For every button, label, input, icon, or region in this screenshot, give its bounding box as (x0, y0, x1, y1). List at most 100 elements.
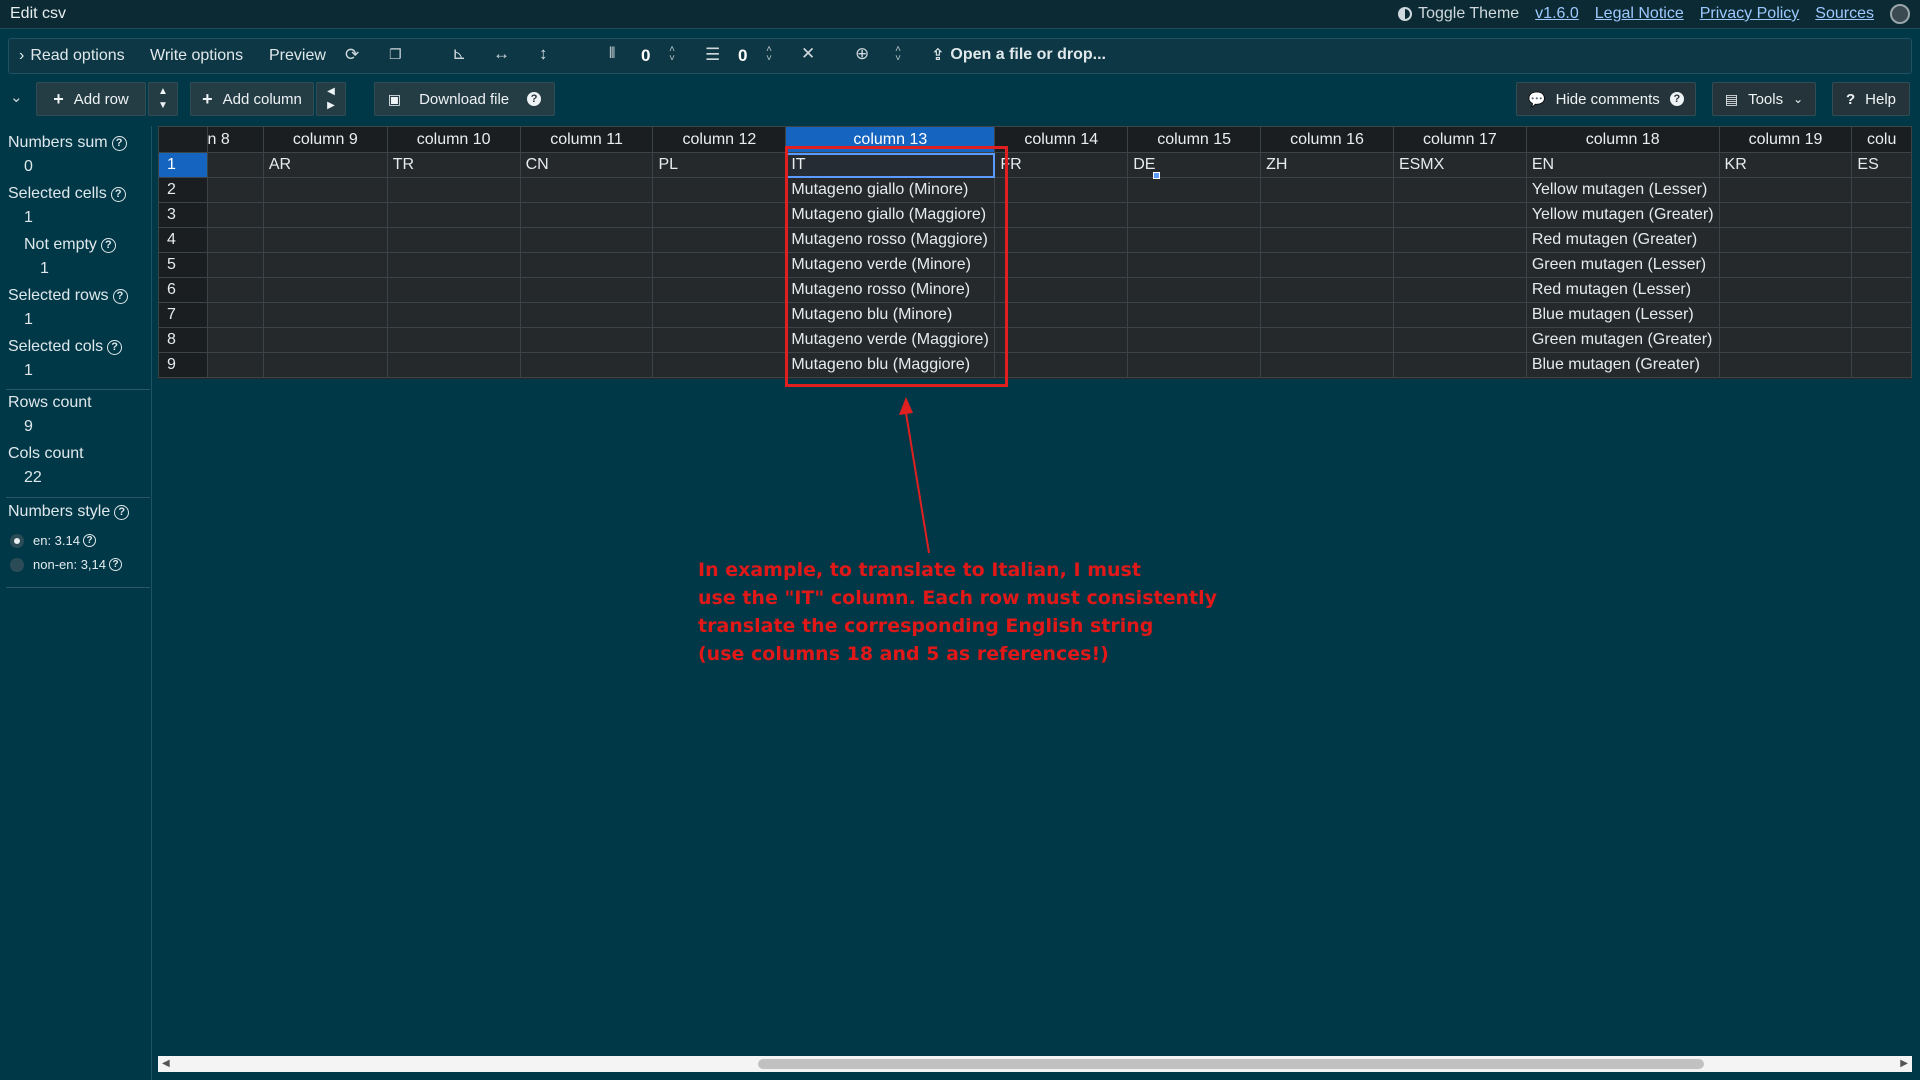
row-header[interactable]: 5 (158, 252, 208, 278)
grid-cell[interactable] (1392, 352, 1527, 378)
grid-cell[interactable]: EN (1525, 152, 1720, 178)
preview-tab[interactable]: Preview (269, 47, 326, 65)
fixed-columns-stepper[interactable]: ˄ ˅ (667, 45, 677, 64)
help-circle-icon[interactable]: ? (100, 237, 116, 253)
grid-cell[interactable] (519, 227, 654, 253)
grid-cell[interactable] (652, 177, 787, 203)
fill-handle[interactable] (1153, 172, 1160, 179)
row-header[interactable]: 1 (158, 152, 208, 178)
column-header[interactable]: column 14 (994, 126, 1129, 153)
grid-cell[interactable]: Blue mutagen (Greater) (1525, 352, 1720, 378)
grid-cell[interactable] (1718, 352, 1853, 378)
grid-cell[interactable] (206, 327, 264, 353)
row-header[interactable]: 8 (158, 327, 208, 353)
version-link[interactable]: v1.6.0 (1535, 5, 1579, 23)
grid-cell[interactable] (206, 352, 264, 378)
grid-cell[interactable]: Red mutagen (Greater) (1525, 227, 1720, 253)
grid-cell[interactable] (652, 277, 787, 303)
grid-cell[interactable] (1260, 252, 1394, 278)
read-options-tab[interactable]: › Read options (19, 47, 125, 65)
grid-cell[interactable] (1127, 177, 1262, 203)
grid-cell[interactable]: Blue mutagen (Lesser) (1525, 302, 1720, 328)
help-circle-icon[interactable]: ? (109, 558, 123, 571)
column-header[interactable]: colu (1851, 126, 1912, 153)
spreadsheet-table[interactable]: n 8 column 9 column 10 column 11 column 12 co… (158, 126, 1912, 378)
grid-cell[interactable] (1392, 252, 1527, 278)
grid-cell[interactable] (1851, 202, 1912, 228)
grid-cell[interactable]: Yellow mutagen (Greater) (1525, 202, 1720, 228)
grid-cell[interactable] (1718, 327, 1853, 353)
clear-icon[interactable]: ✕ (801, 44, 815, 64)
grid-cell[interactable] (262, 252, 388, 278)
grid-cell[interactable] (1851, 252, 1912, 278)
grid-cell[interactable] (1127, 252, 1262, 278)
row-header[interactable]: 3 (158, 202, 208, 228)
grid-cell[interactable]: Green mutagen (Lesser) (1525, 252, 1720, 278)
fixed-rows-stepper[interactable]: ˄ ˅ (764, 45, 774, 64)
expand-horizontal-icon[interactable]: ↔ (493, 44, 510, 64)
grid-cell[interactable] (1851, 352, 1912, 378)
column-header[interactable]: column 10 (386, 126, 521, 153)
grid-cell[interactable] (994, 302, 1129, 328)
grid-cell[interactable] (1718, 177, 1853, 203)
grid-cell[interactable] (1851, 227, 1912, 253)
grid-cell[interactable] (1127, 202, 1262, 228)
add-row-button[interactable]: + Add row (36, 82, 146, 116)
grid-cell[interactable] (262, 227, 388, 253)
grid-cell[interactable] (1718, 227, 1853, 253)
grid-cell[interactable] (1851, 177, 1912, 203)
write-options-tab[interactable]: Write options (150, 47, 243, 65)
grid-cell[interactable] (1260, 327, 1394, 353)
trim-whitespace-icon[interactable]: ⊾ (452, 44, 466, 64)
row-header[interactable]: 2 (158, 177, 208, 203)
collapse-chevron-icon[interactable]: ⌄ (10, 88, 23, 106)
grid-cell[interactable] (1392, 202, 1527, 228)
row-header[interactable]: 9 (158, 352, 208, 378)
grid-cell[interactable] (1260, 352, 1394, 378)
help-circle-icon[interactable]: ? (111, 135, 127, 151)
column-header[interactable]: column 17 (1392, 126, 1527, 153)
refresh-icon[interactable]: ⟳ (345, 45, 359, 65)
grid-cell[interactable] (262, 352, 388, 378)
grid-cell[interactable]: Yellow mutagen (Lesser) (1525, 177, 1720, 203)
grid-cell[interactable] (1851, 277, 1912, 303)
grid-cell[interactable]: FR (994, 152, 1129, 178)
grid-cell[interactable] (652, 252, 787, 278)
expand-vertical-icon[interactable]: ↕ (539, 44, 548, 64)
horizontal-scrollbar[interactable]: ◀ ▶ (158, 1056, 1912, 1072)
radio-selected[interactable] (10, 533, 24, 548)
add-row-options-button[interactable]: ▲ ▼ (148, 82, 178, 116)
grid-cell[interactable] (386, 252, 521, 278)
grid-cell[interactable] (519, 352, 654, 378)
grid-cell[interactable]: ZH (1260, 152, 1394, 178)
grid-cell[interactable] (262, 202, 388, 228)
zoom-stepper[interactable]: ˄ ˅ (893, 45, 903, 64)
grid-cell[interactable] (1127, 327, 1262, 353)
grid-cell[interactable] (262, 302, 388, 328)
grid-cell[interactable] (206, 302, 264, 328)
grid-cell[interactable] (1392, 277, 1527, 303)
grid-cell[interactable] (519, 202, 654, 228)
corner-header[interactable] (158, 126, 208, 153)
grid-cell[interactable]: PL (652, 152, 787, 178)
grid-cell[interactable] (652, 227, 787, 253)
grid-cell[interactable] (1851, 327, 1912, 353)
grid-cell[interactable] (1260, 177, 1394, 203)
help-button[interactable]: ? Help (1832, 82, 1910, 116)
grid-cell[interactable] (519, 302, 654, 328)
help-circle-icon[interactable]: ? (527, 92, 542, 106)
csv-grid[interactable]: n 8 column 9 column 10 column 11 column 12 co… (158, 126, 1912, 379)
grid-cell[interactable] (262, 277, 388, 303)
radio-unselected[interactable] (10, 557, 24, 572)
grid-cell[interactable] (1260, 202, 1394, 228)
grid-cell[interactable] (206, 202, 264, 228)
grid-cell[interactable] (1392, 177, 1527, 203)
zoom-icon[interactable]: ⊕ (855, 44, 869, 64)
hide-comments-button[interactable]: 💬 Hide comments ? (1516, 82, 1696, 116)
grid-cell[interactable] (1127, 227, 1262, 253)
grid-cell[interactable] (386, 202, 521, 228)
grid-cell[interactable] (206, 177, 264, 203)
grid-cell[interactable] (386, 177, 521, 203)
grid-cell[interactable] (519, 277, 654, 303)
grid-cell[interactable] (994, 352, 1129, 378)
